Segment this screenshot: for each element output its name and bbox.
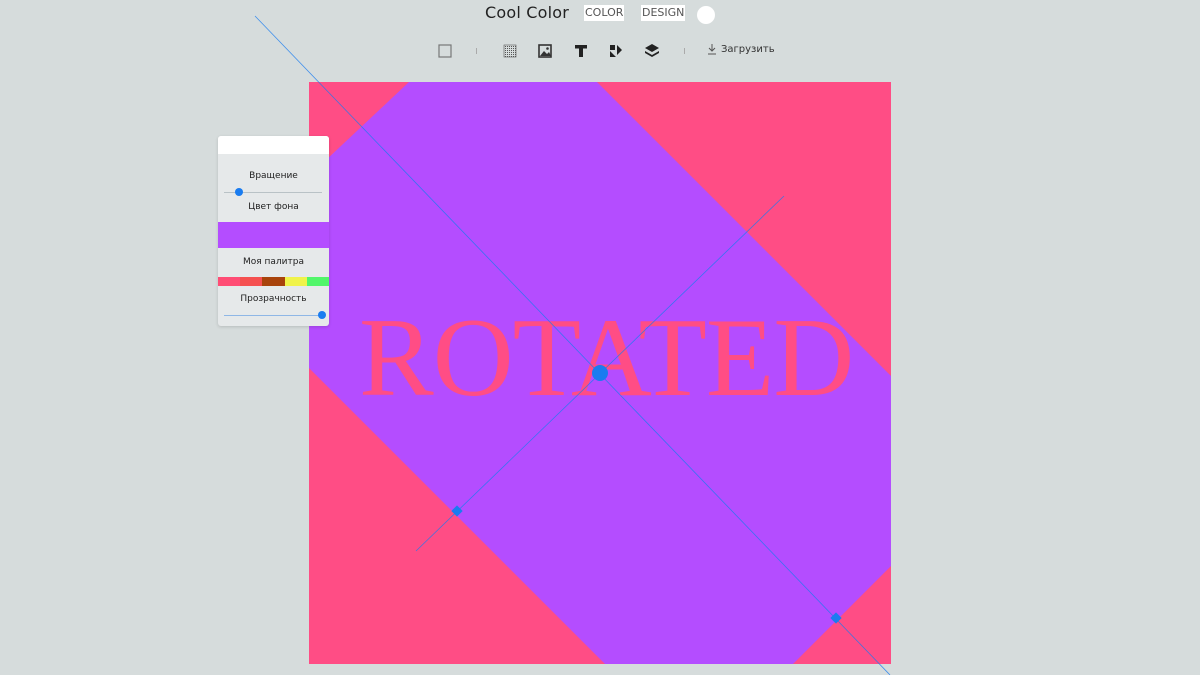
texture-icon[interactable] xyxy=(501,42,519,60)
shape-icon[interactable] xyxy=(607,42,625,60)
image-icon[interactable] xyxy=(536,42,554,60)
nav-color-link[interactable]: COLOR xyxy=(584,5,625,21)
palette-swatch-4[interactable] xyxy=(284,277,307,286)
toolbar-divider xyxy=(476,48,477,54)
palette-swatch-3[interactable] xyxy=(262,277,285,286)
opacity-slider-thumb[interactable] xyxy=(318,311,326,319)
download-button[interactable]: Загрузить xyxy=(707,43,775,55)
avatar[interactable] xyxy=(697,6,715,24)
palette-label: Моя палитра xyxy=(242,257,305,267)
download-label: Загрузить xyxy=(721,43,775,55)
toolbar: Загрузить xyxy=(0,40,1200,62)
app-title: Cool Color xyxy=(485,3,570,22)
bg-color-label: Цвет фона xyxy=(248,202,299,212)
opacity-slider[interactable] xyxy=(224,315,322,316)
rotation-slider-thumb[interactable] xyxy=(234,188,243,196)
design-canvas[interactable]: ROTATED xyxy=(309,82,891,664)
palette-swatch-1[interactable] xyxy=(218,277,241,286)
rotation-label: Вращение xyxy=(249,171,298,181)
panel-header[interactable] xyxy=(218,136,329,154)
settings-panel: Вращение Цвет фона Моя палитра Прозрачно… xyxy=(218,136,329,326)
download-icon xyxy=(708,44,716,55)
palette-swatch-5[interactable] xyxy=(306,277,329,286)
canvas-text[interactable]: ROTATED xyxy=(359,302,891,414)
layers-icon[interactable] xyxy=(643,42,661,60)
text-icon[interactable] xyxy=(572,42,590,60)
palette xyxy=(218,277,329,286)
checkbox-icon[interactable] xyxy=(436,42,454,60)
palette-swatch-2[interactable] xyxy=(240,277,263,286)
bg-color-swatch[interactable] xyxy=(218,222,329,248)
nav-design-link[interactable]: DESIGN xyxy=(641,5,686,21)
opacity-label: Прозрачность xyxy=(240,294,307,304)
toolbar-divider xyxy=(684,48,685,54)
header: Cool Color COLOR DESIGN xyxy=(0,0,1200,30)
